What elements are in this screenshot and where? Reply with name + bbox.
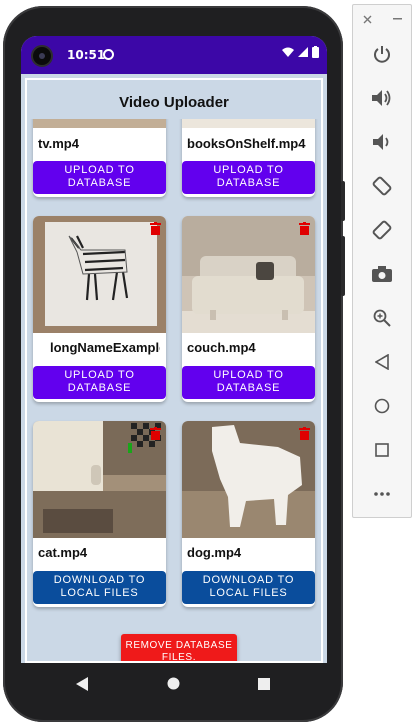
video-card-couch[interactable]: couch.mp4 UPLOAD TO DATABASE (182, 216, 315, 402)
upload-button[interactable]: UPLOAD TO DATABASE (33, 366, 166, 399)
status-time: 10:51 (67, 48, 106, 62)
delete-icon[interactable] (299, 222, 310, 235)
video-thumbnail[interactable] (33, 421, 166, 538)
overview-nav-icon[interactable] (258, 678, 270, 690)
signal-icon (298, 47, 308, 57)
video-card-cat[interactable]: cat.mp4 DOWNLOAD TO LOCAL FILES (33, 421, 166, 607)
rotate-left-icon[interactable] (367, 171, 397, 201)
download-button[interactable]: DOWNLOAD TO LOCAL FILES (182, 571, 315, 604)
battery-icon (312, 46, 319, 58)
video-filename: tv.mp4 (38, 136, 79, 151)
video-filename: booksOnShelf.mp4 (187, 136, 306, 151)
volume-up-icon[interactable] (367, 83, 397, 113)
home-icon[interactable] (367, 391, 397, 421)
home-nav-icon[interactable] (167, 677, 180, 690)
video-thumbnail[interactable] (182, 216, 315, 333)
video-filename: cat.mp4 (38, 545, 88, 560)
app-title: Video Uploader (27, 80, 321, 119)
notification-icon (103, 49, 114, 60)
upload-button[interactable]: UPLOAD TO DATABASE (33, 161, 166, 194)
video-filename: couch.mp4 (187, 340, 256, 355)
status-bar: 10:51 (21, 36, 327, 74)
upload-button[interactable]: UPLOAD TO DATABASE (182, 161, 315, 194)
overview-icon[interactable] (367, 435, 397, 465)
app-content: tv.mp4 UPLOAD TO DATABASE booksOnShelf.m… (25, 78, 323, 663)
download-button[interactable]: DOWNLOAD TO LOCAL FILES (33, 571, 166, 604)
close-icon[interactable] (357, 9, 377, 29)
front-camera (31, 45, 53, 67)
camera-icon[interactable] (367, 259, 397, 289)
video-grid[interactable]: tv.mp4 UPLOAD TO DATABASE booksOnShelf.m… (27, 80, 321, 661)
phone-screen: 10:51 tv.mp4 UPLOAD TO DATABASE booksOnS… (21, 36, 327, 663)
delete-icon[interactable] (150, 222, 161, 235)
back-nav-icon[interactable] (76, 677, 88, 691)
video-card-longname[interactable]: longNameExample UPLOAD TO DATABASE (33, 216, 166, 402)
video-filename: longNameExample (50, 340, 160, 355)
phone-frame: 10:51 tv.mp4 UPLOAD TO DATABASE booksOnS… (3, 6, 345, 722)
video-card-dog[interactable]: dog.mp4 DOWNLOAD TO LOCAL FILES (182, 421, 315, 607)
emulator-toolbar (352, 4, 412, 518)
back-icon[interactable] (367, 347, 397, 377)
more-icon[interactable] (367, 479, 397, 509)
rotate-right-icon[interactable] (367, 215, 397, 245)
video-thumbnail[interactable] (33, 216, 166, 333)
minimize-icon[interactable] (387, 9, 407, 29)
wifi-icon (282, 47, 294, 57)
delete-icon[interactable] (299, 427, 310, 440)
upload-button[interactable]: UPLOAD TO DATABASE (182, 366, 315, 399)
power-side-button (341, 181, 345, 221)
status-icons (282, 46, 319, 58)
video-thumbnail[interactable] (182, 421, 315, 538)
delete-icon[interactable] (150, 427, 161, 440)
remove-database-files-button[interactable]: REMOVE DATABASE FILES. (121, 634, 237, 661)
power-icon[interactable] (367, 39, 397, 69)
system-nav-bar (21, 663, 327, 705)
volume-side-button (341, 236, 345, 296)
zoom-icon[interactable] (367, 303, 397, 333)
video-filename: dog.mp4 (187, 545, 242, 560)
volume-down-icon[interactable] (367, 127, 397, 157)
